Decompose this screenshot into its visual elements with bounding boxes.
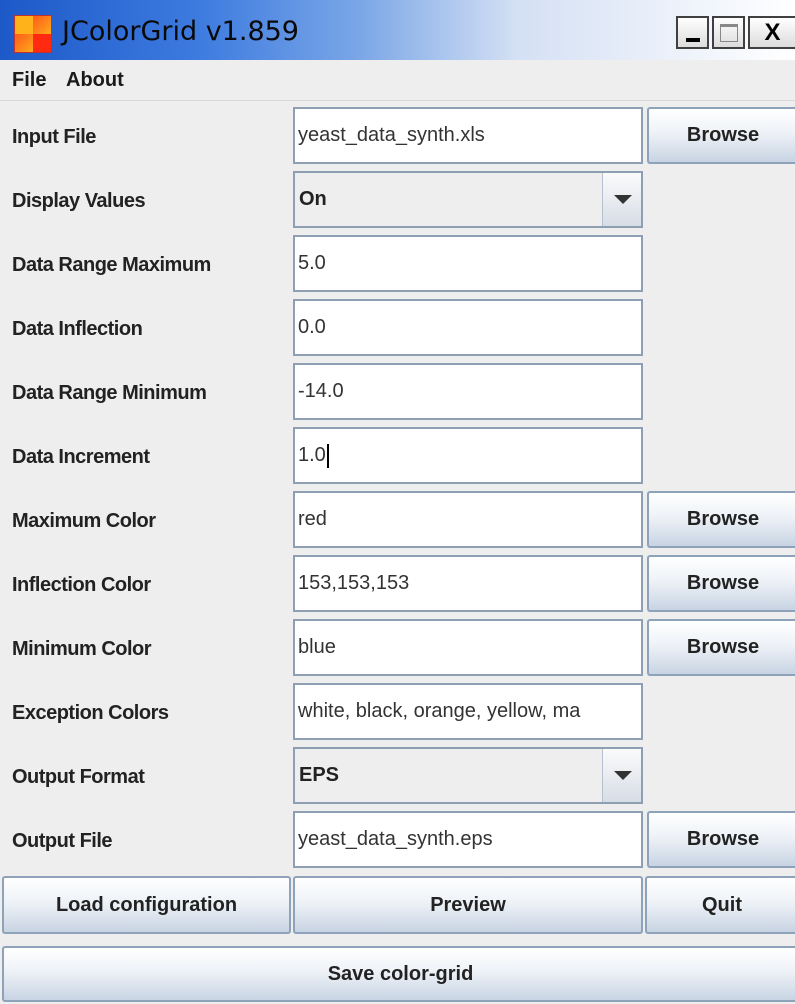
minimize-button[interactable] [676,16,709,49]
data-range-maximum-label: Data Range Maximum [12,254,211,276]
minimum-color-label: Minimum Color [12,638,152,660]
chevron-down-icon[interactable] [602,749,641,802]
maximum-color-field[interactable]: red [293,491,643,548]
menu-file[interactable]: File [12,69,46,92]
input-file-label: Input File [12,126,96,148]
close-icon: X [764,18,781,46]
output-file-label: Output File [12,830,113,852]
exception-colors-label: Exception Colors [12,702,169,724]
title-bar[interactable]: JColorGrid v1.859 X [0,0,795,60]
minimum-color-field[interactable]: blue [293,619,643,676]
inflection-color-browse-button[interactable]: Browse [647,555,795,612]
load-configuration-button[interactable]: Load configuration [2,876,291,934]
minimize-icon [685,37,700,42]
display-values-label: Display Values [12,190,146,212]
data-increment-field[interactable]: 1.0 [293,427,643,484]
output-file-browse-button[interactable]: Browse [647,811,795,868]
display-values-selected: On [299,188,327,210]
maximize-button[interactable] [712,16,745,49]
data-range-minimum-field[interactable]: -14.0 [293,363,643,420]
window-title: JColorGrid v1.859 [62,16,299,47]
menu-about[interactable]: About [66,69,124,92]
input-file-field[interactable]: yeast_data_synth.xls [293,107,643,164]
exception-colors-field[interactable]: white, black, orange, yellow, ma [293,683,643,740]
quit-button[interactable]: Quit [645,876,795,934]
close-button[interactable]: X [748,16,795,49]
input-file-browse-button[interactable]: Browse [647,107,795,164]
output-file-field[interactable]: yeast_data_synth.eps [293,811,643,868]
app-window: JColorGrid v1.859 X File About Input Fil… [0,0,795,1004]
display-values-dropdown[interactable]: On [293,171,643,228]
jcolorgrid-app-icon [14,15,52,53]
maximum-color-label: Maximum Color [12,510,156,532]
inflection-color-label: Inflection Color [12,574,151,596]
output-format-selected: EPS [299,764,340,786]
preview-button[interactable]: Preview [293,876,643,934]
maximize-icon [719,23,738,42]
menu-bar: File About [0,60,795,101]
minimum-color-browse-button[interactable]: Browse [647,619,795,676]
data-increment-label: Data Increment [12,446,150,468]
save-color-grid-button[interactable]: Save color-grid [2,946,795,1002]
inflection-color-field[interactable]: 153,153,153 [293,555,643,612]
data-inflection-field[interactable]: 0.0 [293,299,643,356]
maximum-color-browse-button[interactable]: Browse [647,491,795,548]
data-range-maximum-field[interactable]: 5.0 [293,235,643,292]
data-range-minimum-label: Data Range Minimum [12,382,207,404]
text-caret [326,443,329,468]
output-format-label: Output Format [12,766,145,788]
chevron-down-icon[interactable] [602,173,641,226]
data-inflection-label: Data Inflection [12,318,143,340]
data-increment-value: 1.0 [298,444,326,466]
output-format-dropdown[interactable]: EPS [293,747,643,804]
